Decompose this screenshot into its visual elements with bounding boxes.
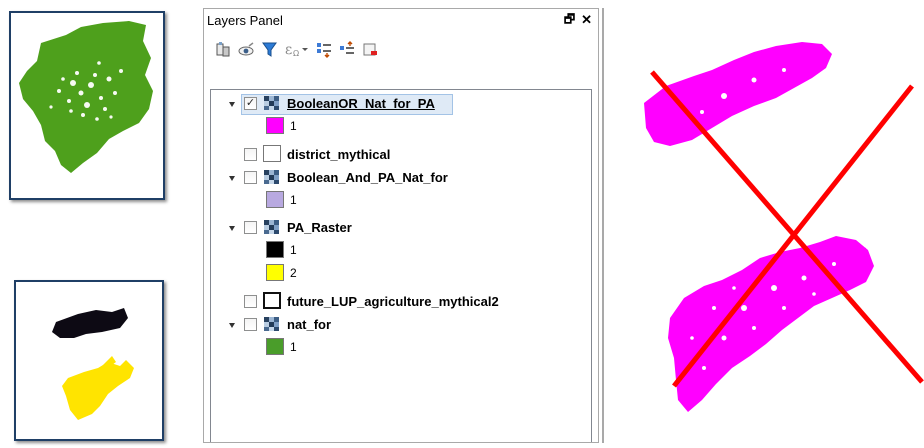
layers-panel-titlebar: Layers Panel 🗗 ✕ bbox=[204, 9, 598, 31]
svg-text:ε: ε bbox=[285, 42, 292, 58]
cross-line-2 bbox=[672, 84, 914, 388]
expanded-arrow-icon[interactable] bbox=[228, 100, 236, 108]
expanded-arrow-icon[interactable] bbox=[228, 321, 236, 329]
raster-layer-icon bbox=[264, 220, 279, 234]
expand-all-icon[interactable] bbox=[315, 40, 334, 59]
layer-checkbox-pa-raster[interactable] bbox=[244, 221, 257, 234]
layer-tree: ✓ BooleanOR_Nat_for_PA 1 district_mythic… bbox=[210, 89, 592, 442]
legend-label: 1 bbox=[290, 340, 297, 354]
layer-name[interactable]: nat_for bbox=[287, 317, 331, 332]
layers-panel-title: Layers Panel bbox=[207, 12, 283, 28]
layer-name[interactable]: district_mythical bbox=[287, 147, 390, 162]
legend-label: 2 bbox=[290, 266, 297, 280]
layer-checkbox-future-lup[interactable] bbox=[244, 295, 257, 308]
legend-swatch bbox=[266, 117, 284, 134]
legend-label: 1 bbox=[290, 243, 297, 257]
legend-swatch bbox=[266, 338, 284, 355]
pa-raster-map-image bbox=[52, 308, 134, 420]
layer-checkbox-nat-for[interactable] bbox=[244, 318, 257, 331]
legend-label: 1 bbox=[290, 193, 297, 207]
expanded-arrow-icon[interactable] bbox=[228, 174, 236, 182]
layer-name[interactable]: BooleanOR_Nat_for_PA bbox=[287, 96, 435, 111]
boolean-or-map-image bbox=[644, 42, 924, 412]
remove-layer-icon[interactable] bbox=[361, 40, 380, 59]
undock-button[interactable]: 🗗 bbox=[564, 10, 575, 31]
legend-swatch bbox=[266, 241, 284, 258]
layer-name[interactable]: PA_Raster bbox=[287, 220, 352, 235]
legend-swatch bbox=[266, 264, 284, 281]
raster-layer-icon bbox=[264, 317, 279, 331]
collapse-all-icon[interactable] bbox=[338, 40, 357, 59]
layer-checkbox-booleanor[interactable]: ✓ bbox=[244, 97, 257, 110]
nat-for-thumbnail bbox=[9, 11, 165, 200]
filter-legend-icon[interactable] bbox=[260, 40, 279, 59]
svg-text:Ω: Ω bbox=[293, 49, 299, 58]
raster-layer-icon bbox=[264, 170, 279, 184]
layer-name[interactable]: Boolean_And_PA_Nat_for bbox=[287, 170, 448, 185]
legend-label: 1 bbox=[290, 119, 297, 133]
layer-name[interactable]: future_LUP_agriculture_mythical2 bbox=[287, 294, 499, 309]
layer-checkbox-boolean-and[interactable] bbox=[244, 171, 257, 184]
filter-expression-icon[interactable]: εΩ bbox=[283, 40, 311, 59]
layers-toolbar: εΩ bbox=[204, 31, 598, 68]
vector-layer-swatch bbox=[263, 292, 281, 309]
close-button[interactable]: ✕ bbox=[581, 12, 592, 28]
map-canvas[interactable] bbox=[604, 8, 924, 443]
toggle-visibility-icon[interactable] bbox=[237, 40, 256, 59]
legend-swatch bbox=[266, 191, 284, 208]
vector-layer-swatch bbox=[263, 145, 281, 162]
layer-checkbox-district[interactable] bbox=[244, 148, 257, 161]
raster-layer-icon bbox=[264, 96, 279, 110]
pa-raster-thumbnail bbox=[14, 280, 164, 441]
layers-panel: Layers Panel 🗗 ✕ εΩ ✓ BooleanOR_Nat_for_… bbox=[203, 8, 599, 443]
expanded-arrow-icon[interactable] bbox=[228, 224, 236, 232]
style-manager-icon[interactable] bbox=[214, 40, 233, 59]
forest-map-image bbox=[19, 21, 153, 173]
